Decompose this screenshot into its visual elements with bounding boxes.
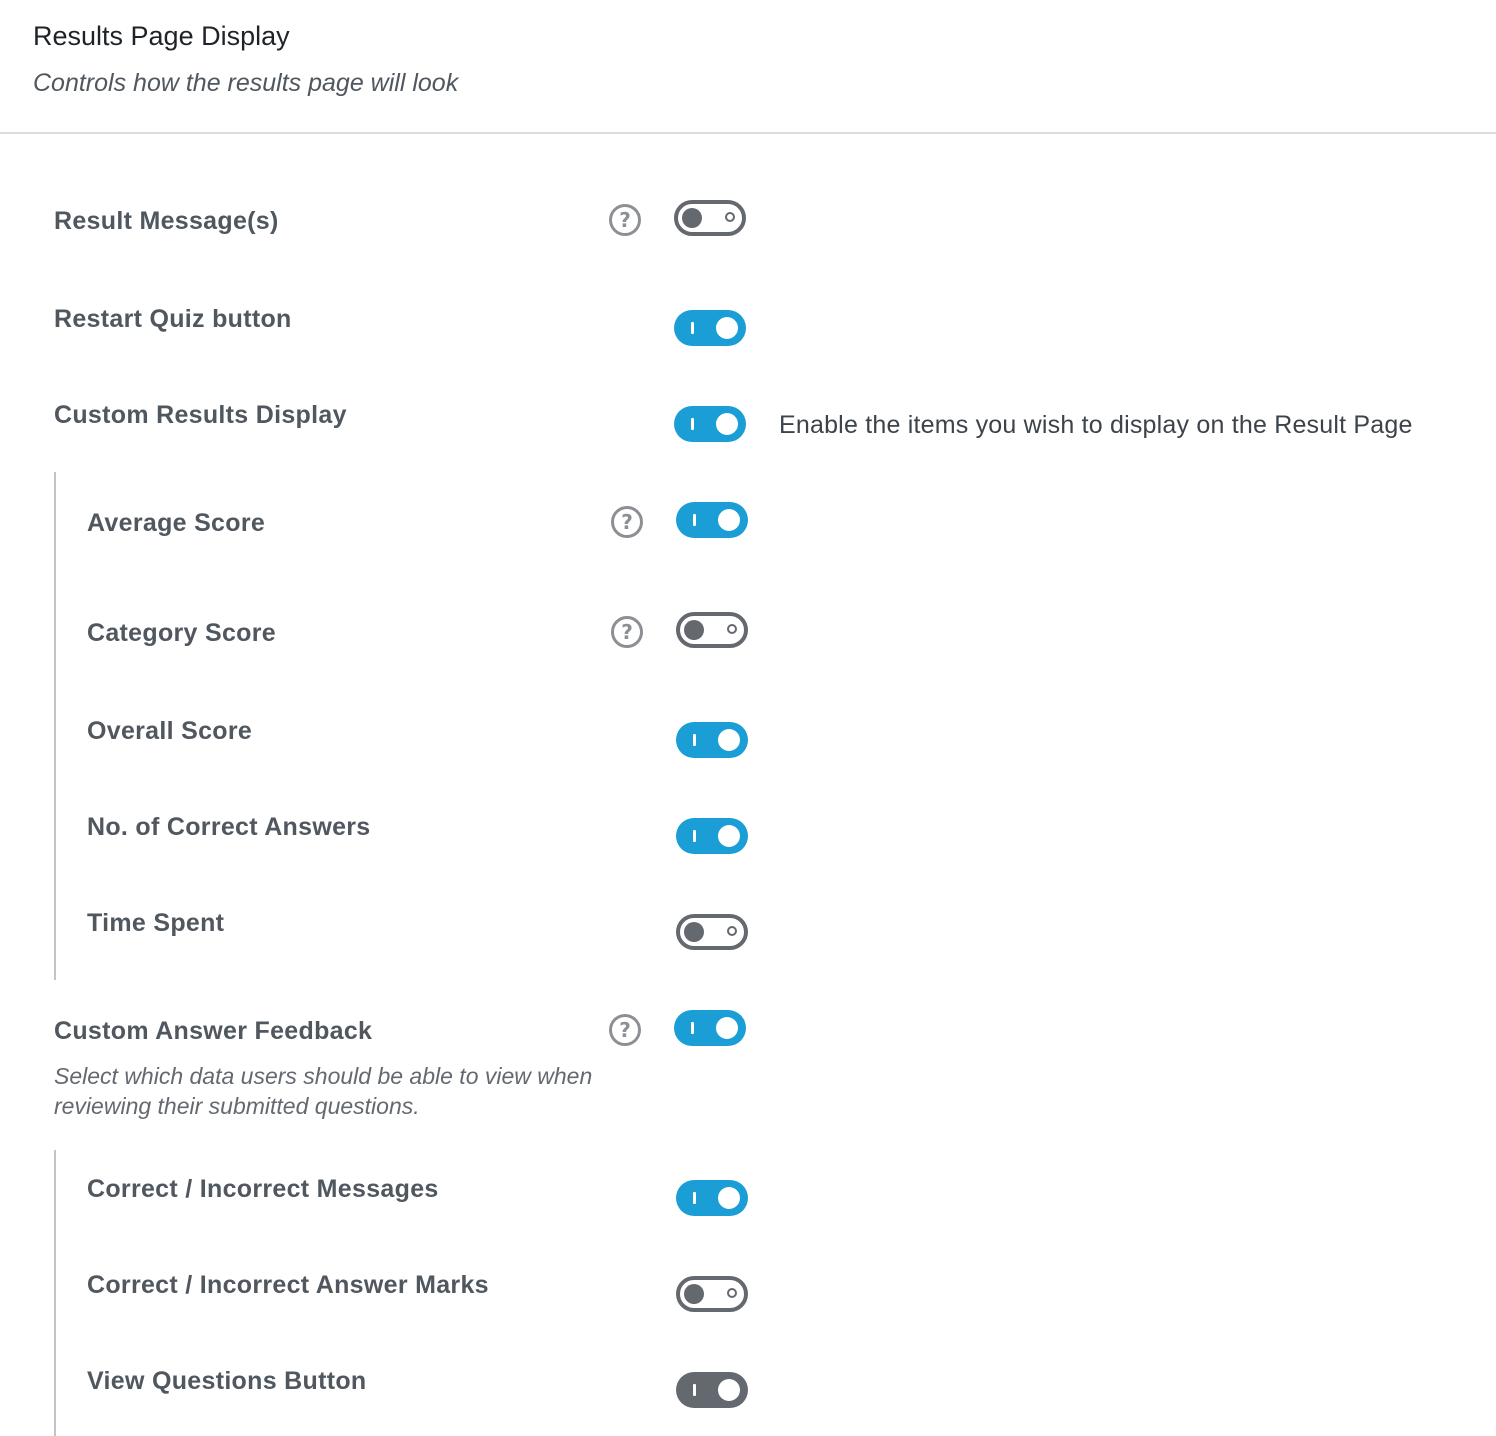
toggle-knob xyxy=(716,1017,738,1039)
correct-answers-toggle[interactable] xyxy=(676,818,748,854)
toggle-on-mark xyxy=(693,1384,696,1396)
correct-incorrect-messages-toggle[interactable] xyxy=(676,1180,748,1216)
time-spent-toggle[interactable] xyxy=(676,914,748,950)
toggle-knob xyxy=(684,922,704,942)
correct-incorrect-marks-toggle[interactable] xyxy=(676,1276,748,1312)
toggle-knob xyxy=(682,208,702,228)
help-icon[interactable]: ? xyxy=(611,616,643,648)
custom-results-display-toggle[interactable] xyxy=(674,406,746,442)
custom-answer-feedback-toggle[interactable] xyxy=(674,1010,746,1046)
time-spent-label: Time Spent xyxy=(87,909,225,937)
overall-score-label: Overall Score xyxy=(87,717,253,745)
correct-answers-label: No. of Correct Answers xyxy=(87,813,371,841)
toggle-off-mark xyxy=(727,1288,737,1298)
toggle-knob xyxy=(718,509,740,531)
restart-quiz-label: Restart Quiz button xyxy=(54,305,292,333)
toggle-knob xyxy=(718,825,740,847)
toggle-knob xyxy=(716,317,738,339)
section-subtitle: Controls how the results page will look xyxy=(33,69,459,97)
correct-incorrect-messages-label: Correct / Incorrect Messages xyxy=(87,1175,439,1203)
help-icon[interactable]: ? xyxy=(609,1014,641,1046)
custom-results-group-line xyxy=(54,472,56,980)
toggle-knob xyxy=(684,1284,704,1304)
correct-incorrect-marks-label: Correct / Incorrect Answer Marks xyxy=(87,1271,489,1299)
toggle-on-mark xyxy=(691,418,694,430)
toggle-knob xyxy=(716,413,738,435)
custom-answer-feedback-group-line xyxy=(54,1150,56,1436)
toggle-on-mark xyxy=(691,1022,694,1034)
toggle-knob xyxy=(684,620,704,640)
help-icon[interactable]: ? xyxy=(609,204,641,236)
result-messages-toggle[interactable] xyxy=(674,200,746,236)
category-score-toggle[interactable] xyxy=(676,612,748,648)
average-score-toggle[interactable] xyxy=(676,502,748,538)
custom-results-display-label: Custom Results Display xyxy=(54,401,347,429)
toggle-off-mark xyxy=(727,926,737,936)
category-score-label: Category Score xyxy=(87,619,276,647)
view-questions-button-toggle[interactable] xyxy=(676,1372,748,1408)
toggle-on-mark xyxy=(693,514,696,526)
toggle-off-mark xyxy=(727,624,737,634)
toggle-knob xyxy=(718,1187,740,1209)
toggle-on-mark xyxy=(693,1192,696,1204)
toggle-on-mark xyxy=(693,830,696,842)
result-messages-label: Result Message(s) xyxy=(54,207,279,235)
toggle-knob xyxy=(718,1379,740,1401)
toggle-on-mark xyxy=(691,322,694,334)
average-score-label: Average Score xyxy=(87,509,266,537)
view-questions-button-label: View Questions Button xyxy=(87,1367,367,1395)
custom-results-display-hint: Enable the items you wish to display on … xyxy=(779,411,1413,439)
restart-quiz-toggle[interactable] xyxy=(674,310,746,346)
overall-score-toggle[interactable] xyxy=(676,722,748,758)
toggle-knob xyxy=(718,729,740,751)
section-title: Results Page Display xyxy=(33,21,290,51)
custom-answer-feedback-label: Custom Answer Feedback xyxy=(54,1017,373,1045)
toggle-off-mark xyxy=(725,212,735,222)
toggle-on-mark xyxy=(693,734,696,746)
custom-answer-feedback-description: Select which data users should be able t… xyxy=(54,1063,593,1119)
header-divider xyxy=(0,132,1496,134)
help-icon[interactable]: ? xyxy=(611,506,643,538)
